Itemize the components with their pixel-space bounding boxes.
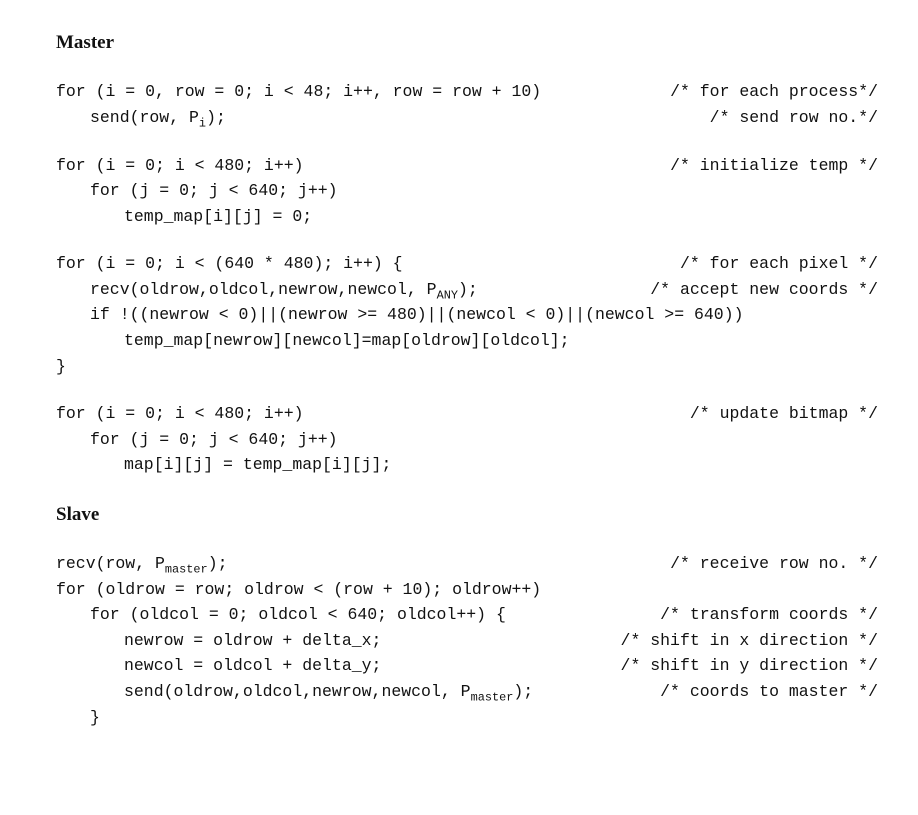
code-line: if !((newrow < 0)||(newrow >= 480)||(new… (56, 302, 744, 328)
code-comment: /* accept new coords */ (634, 277, 878, 303)
code-comment: /* transform coords */ (644, 602, 878, 628)
code-comment: /* initialize temp */ (654, 153, 878, 179)
code-line: for (j = 0; j < 640; j++) (56, 427, 338, 453)
code-line: for (oldcol = 0; oldcol < 640; oldcol++)… (56, 602, 506, 628)
code-line: recv(row, Pmaster); (56, 551, 228, 577)
code-comment: /* send row no.*/ (694, 105, 878, 131)
master-block-1: for (i = 0, row = 0; i < 48; i++, row = … (56, 79, 878, 130)
code-comment: /* update bitmap */ (674, 401, 878, 427)
code-line: temp_map[newrow][newcol]=map[oldrow][old… (56, 328, 570, 354)
heading-master: Master (56, 28, 878, 57)
code-line: send(row, Pi); (56, 105, 226, 131)
code-line: map[i][j] = temp_map[i][j]; (56, 452, 391, 478)
code-comment: /* shift in x direction */ (605, 628, 878, 654)
code-comment: /* coords to master */ (644, 679, 878, 705)
master-block-2: for (i = 0; i < 480; i++) /* initialize … (56, 153, 878, 230)
slave-block-1: recv(row, Pmaster); /* receive row no. *… (56, 551, 878, 730)
code-line: for (i = 0, row = 0; i < 48; i++, row = … (56, 79, 541, 105)
code-comment: /* receive row no. */ (654, 551, 878, 577)
code-line: for (i = 0; i < (640 * 480); i++) { (56, 251, 403, 277)
code-line: temp_map[i][j] = 0; (56, 204, 312, 230)
code-line: recv(oldrow,oldcol,newrow,newcol, PANY); (56, 277, 478, 303)
code-line: } (56, 705, 100, 731)
code-line: for (i = 0; i < 480; i++) (56, 153, 304, 179)
code-comment: /* for each pixel */ (664, 251, 878, 277)
master-block-4: for (i = 0; i < 480; i++) /* update bitm… (56, 401, 878, 478)
code-line: newcol = oldcol + delta_y; (56, 653, 381, 679)
code-line: for (j = 0; j < 640; j++) (56, 178, 338, 204)
code-comment: /* shift in y direction */ (605, 653, 878, 679)
code-line: newrow = oldrow + delta_x; (56, 628, 381, 654)
code-line: send(oldrow,oldcol,newrow,newcol, Pmaste… (56, 679, 533, 705)
code-line: } (56, 354, 66, 380)
code-comment: /* for each process*/ (654, 79, 878, 105)
heading-slave: Slave (56, 500, 878, 529)
code-line: for (i = 0; i < 480; i++) (56, 401, 304, 427)
code-line: for (oldrow = row; oldrow < (row + 10); … (56, 577, 541, 603)
master-block-3: for (i = 0; i < (640 * 480); i++) { /* f… (56, 251, 878, 379)
